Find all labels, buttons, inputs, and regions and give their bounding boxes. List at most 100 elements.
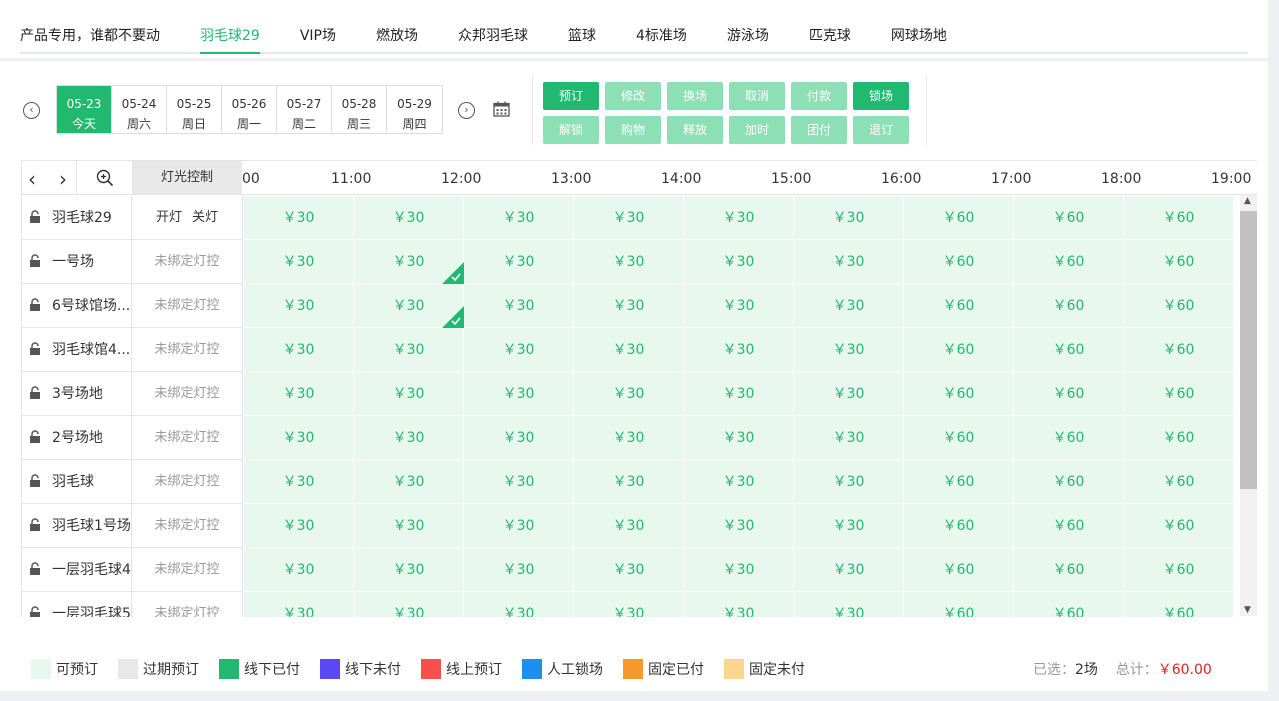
unlock-icon[interactable] <box>28 518 42 532</box>
slot-cell[interactable]: ￥30 <box>464 240 574 284</box>
slot-cell[interactable]: ￥30 <box>464 592 574 617</box>
slot-cell[interactable]: ￥30 <box>244 460 354 504</box>
date-05-24[interactable]: 05-24 周六 <box>112 86 167 133</box>
slot-cell[interactable]: ￥60 <box>1124 240 1234 284</box>
date-05-25[interactable]: 05-25 周日 <box>167 86 222 133</box>
scroll-up-icon[interactable]: ▲ <box>1244 196 1251 206</box>
slot-cell[interactable]: ￥30 <box>244 592 354 617</box>
slot-cell[interactable]: ￥30 <box>574 592 684 617</box>
slot-cell[interactable]: ￥30 <box>244 416 354 460</box>
slot-cell[interactable]: ￥30 <box>574 460 684 504</box>
slot-cell[interactable]: ￥30 <box>574 548 684 592</box>
prev-week-icon[interactable]: ‹ <box>23 102 40 119</box>
slot-cell[interactable]: ￥30 <box>794 284 904 328</box>
action-button-0-3[interactable]: 取消 <box>729 82 785 110</box>
slot-cell[interactable]: ￥30 <box>684 196 794 240</box>
slot-cell[interactable]: ￥60 <box>1014 284 1124 328</box>
light-off-button[interactable]: 关灯 <box>192 210 218 225</box>
tab-6[interactable]: 4标准场 <box>636 0 687 54</box>
slot-cell[interactable]: ￥60 <box>904 548 1014 592</box>
slot-cell[interactable]: ￥30 <box>684 504 794 548</box>
slot-cell[interactable]: ￥60 <box>1014 328 1124 372</box>
slot-cell[interactable]: ￥30 <box>464 548 574 592</box>
slot-cell[interactable]: ￥30 <box>464 284 574 328</box>
tab-9[interactable]: 网球场地 <box>891 0 947 54</box>
slot-cell[interactable]: ￥60 <box>1124 416 1234 460</box>
slot-cell[interactable]: ￥30 <box>354 328 464 372</box>
slot-cell[interactable]: ￥30 <box>794 548 904 592</box>
tab-8[interactable]: 匹克球 <box>809 0 851 54</box>
slot-cell[interactable]: ￥30 <box>464 372 574 416</box>
slot-cell[interactable]: ￥30 <box>794 328 904 372</box>
unlock-icon[interactable] <box>28 430 42 444</box>
slot-cell[interactable]: ￥60 <box>1124 548 1234 592</box>
slot-cell[interactable]: ￥30 <box>794 240 904 284</box>
slot-cell[interactable]: ￥60 <box>1014 504 1124 548</box>
slot-cell[interactable]: ￥30 <box>244 372 354 416</box>
slot-cell[interactable]: ￥60 <box>904 592 1014 617</box>
unlock-icon[interactable] <box>28 474 42 488</box>
slot-cell[interactable]: ￥30 <box>354 372 464 416</box>
slot-cell[interactable]: ￥30 <box>244 328 354 372</box>
slot-cell[interactable]: ￥30 <box>794 196 904 240</box>
slot-cell[interactable]: ￥30 <box>684 416 794 460</box>
slot-cell[interactable]: ￥30 <box>684 460 794 504</box>
slot-cell[interactable]: ￥60 <box>904 328 1014 372</box>
slot-cell[interactable]: ￥60 <box>904 372 1014 416</box>
slot-cell[interactable]: ￥30 <box>244 548 354 592</box>
action-button-1-5[interactable]: 退订 <box>853 116 909 144</box>
slot-cell[interactable]: ￥30 <box>354 504 464 548</box>
slot-cell[interactable]: ￥60 <box>904 240 1014 284</box>
slot-cell[interactable]: ￥30 <box>794 416 904 460</box>
slot-cell[interactable]: ￥30 <box>354 592 464 617</box>
slot-cell[interactable]: ￥30 <box>464 196 574 240</box>
slot-cell[interactable]: ￥30 <box>464 416 574 460</box>
slot-cell[interactable]: ￥30 <box>354 196 464 240</box>
tab-2[interactable]: VIP场 <box>300 0 336 54</box>
slot-cell[interactable]: ￥30 <box>464 328 574 372</box>
tab-0[interactable]: 产品专用，谁都不要动 <box>20 0 160 54</box>
unlock-icon[interactable] <box>28 254 42 268</box>
slot-cell[interactable]: ￥30 <box>574 416 684 460</box>
slot-cell[interactable]: ￥30 <box>574 196 684 240</box>
scrollbar-thumb[interactable] <box>1240 211 1257 489</box>
slot-cell[interactable]: ￥60 <box>904 196 1014 240</box>
slot-cell[interactable]: ￥30 <box>574 504 684 548</box>
slot-cell[interactable]: ￥60 <box>1124 196 1234 240</box>
slot-cell[interactable]: ￥30 <box>244 284 354 328</box>
unlock-icon[interactable] <box>28 606 42 617</box>
slot-cell[interactable]: ￥60 <box>1014 240 1124 284</box>
slot-cell[interactable]: ￥30 <box>684 372 794 416</box>
slot-cell[interactable]: ￥30 <box>794 460 904 504</box>
slot-cell[interactable]: ￥60 <box>1124 372 1234 416</box>
slot-cell[interactable]: ￥30 <box>574 240 684 284</box>
calendar-icon[interactable] <box>493 101 510 117</box>
action-button-1-4[interactable]: 团付 <box>791 116 847 144</box>
slot-cell[interactable]: ￥60 <box>1014 372 1124 416</box>
slot-cell[interactable]: ￥60 <box>1014 460 1124 504</box>
tab-1[interactable]: 羽毛球29 <box>200 0 260 54</box>
slot-cell[interactable]: ￥60 <box>1124 328 1234 372</box>
next-week-icon[interactable]: › <box>458 102 475 119</box>
slot-cell[interactable]: ￥30 <box>574 284 684 328</box>
slot-cell[interactable]: ￥30 <box>354 548 464 592</box>
action-button-0-5[interactable]: 锁场 <box>853 82 909 110</box>
unlock-icon[interactable] <box>28 210 42 224</box>
action-button-0-4[interactable]: 付款 <box>791 82 847 110</box>
light-on-button[interactable]: 开灯 <box>156 210 182 225</box>
slot-cell[interactable]: ￥60 <box>1014 196 1124 240</box>
unlock-icon[interactable] <box>28 386 42 400</box>
action-button-0-2[interactable]: 换场 <box>667 82 723 110</box>
slot-cell[interactable]: ￥60 <box>904 284 1014 328</box>
slot-cell[interactable]: ￥60 <box>904 416 1014 460</box>
date-05-26[interactable]: 05-26 周一 <box>222 86 277 133</box>
slot-cell[interactable]: ￥30 <box>574 372 684 416</box>
slot-cell[interactable]: ￥30 <box>684 328 794 372</box>
date-05-23[interactable]: 05-23 今天 <box>57 86 112 133</box>
action-button-1-1[interactable]: 购物 <box>605 116 661 144</box>
unlock-icon[interactable] <box>28 562 42 576</box>
date-05-29[interactable]: 05-29 周四 <box>387 86 442 133</box>
slot-cell[interactable]: ￥30 <box>354 460 464 504</box>
slot-cell[interactable]: ￥30 <box>244 240 354 284</box>
action-button-0-1[interactable]: 修改 <box>605 82 661 110</box>
